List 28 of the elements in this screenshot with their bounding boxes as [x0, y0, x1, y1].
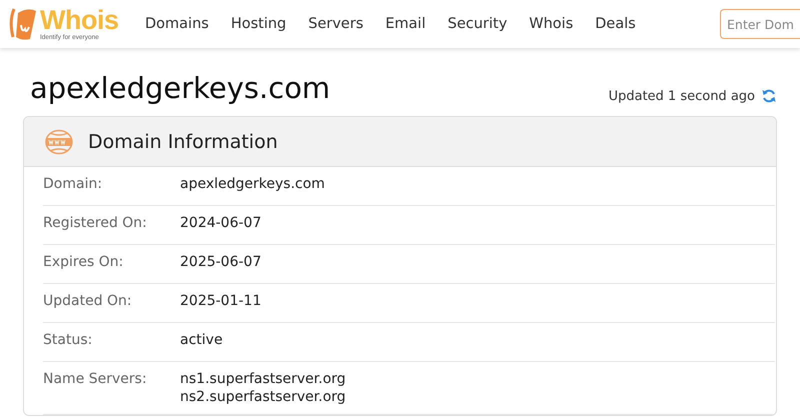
card-title: Domain Information — [88, 130, 278, 152]
search-field[interactable]: Enter Dom — [720, 9, 800, 39]
nav-link[interactable]: Whois — [529, 16, 574, 32]
field-value: 2025-01-11 — [180, 293, 262, 309]
nav-link[interactable]: Deals — [595, 16, 636, 32]
nav-link[interactable]: Domains — [145, 16, 209, 32]
field-label: Expires On: — [43, 254, 124, 272]
nav-link[interactable]: Servers — [308, 16, 364, 32]
refresh-icon[interactable] — [761, 88, 777, 104]
field-label: Registered On: — [43, 215, 148, 233]
field-value: ns2.superfastserver.org — [180, 389, 346, 405]
field-value: apexledgerkeys.com — [180, 176, 325, 192]
field-value: 2025-06-07 — [180, 254, 262, 270]
nav-link[interactable]: Hosting — [230, 16, 286, 32]
field-label: Status: — [43, 332, 94, 350]
field-value: ns1.superfastserver.org — [180, 371, 346, 387]
page-title: apexledgerkeys.com — [30, 70, 330, 107]
field-value: 2024-06-07 — [180, 215, 262, 231]
field-value: active — [180, 332, 223, 348]
logo-wordmark: Whois — [40, 6, 118, 34]
updated-text: Updated 1 second ago — [608, 88, 755, 104]
logo-icon — [8, 7, 38, 41]
field-label: Domain: — [43, 176, 104, 194]
nav-link[interactable]: Email — [385, 16, 426, 32]
nav-link[interactable]: Security — [448, 16, 508, 32]
field-label: Name Servers: — [43, 371, 148, 389]
field-label: Updated On: — [43, 293, 133, 311]
www-icon — [44, 128, 74, 154]
